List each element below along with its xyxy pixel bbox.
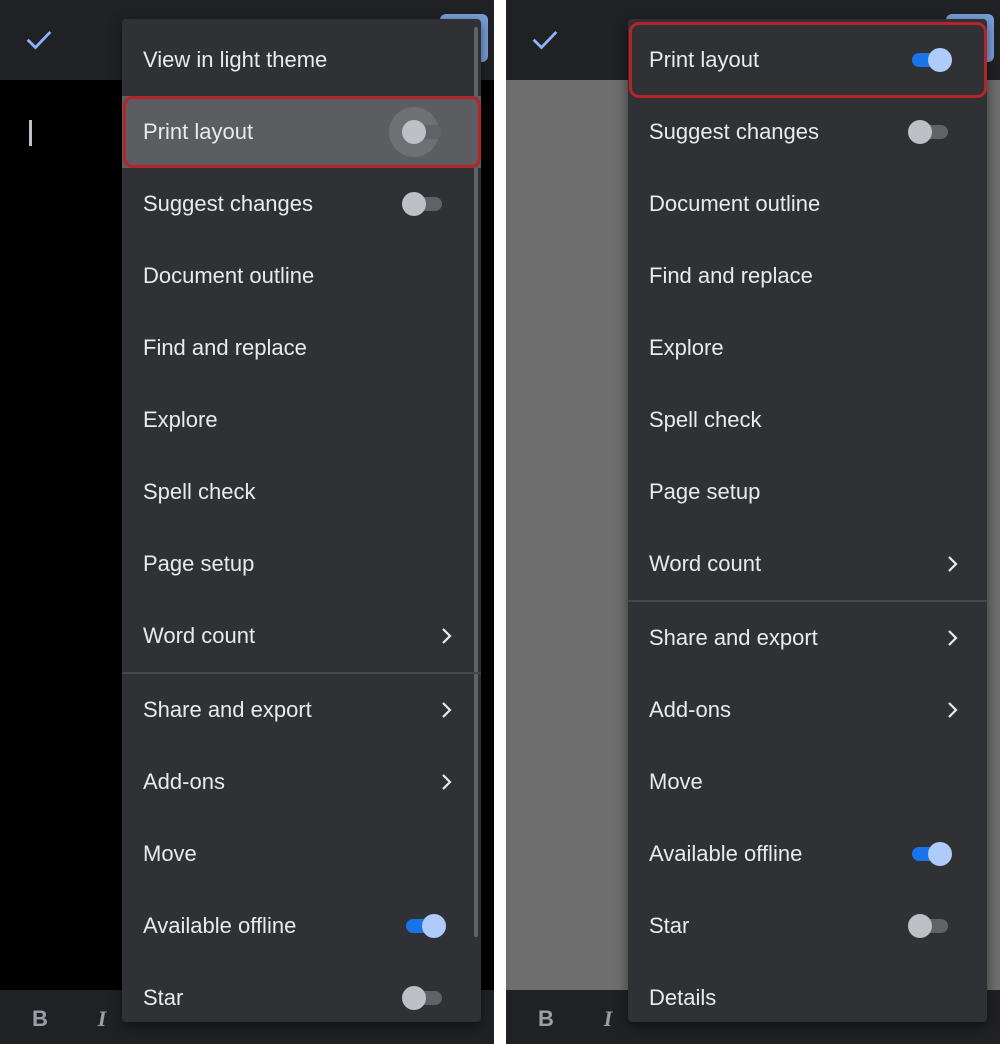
chevron-right-icon	[442, 628, 452, 644]
overflow-menu: Print layout Suggest changes Document outl…	[628, 19, 987, 1022]
menu-item-page-setup[interactable]: Page setup	[122, 528, 481, 600]
toggle-thumb	[928, 842, 952, 866]
menu-item-label: Print layout	[143, 119, 254, 144]
toggle-thumb	[402, 120, 426, 144]
menu-item-star[interactable]: Star	[122, 962, 481, 1022]
toggle-thumb	[422, 914, 446, 938]
star-toggle[interactable]	[402, 986, 446, 1010]
menu-item-label: Move	[649, 769, 703, 794]
menu-item-move[interactable]: Move	[122, 818, 481, 890]
menu-item-label: Move	[143, 841, 197, 866]
menu-item-star[interactable]: Star	[628, 890, 987, 962]
menu-item-label: Explore	[143, 407, 218, 432]
bold-button[interactable]: B	[533, 1006, 559, 1032]
menu-item-label: Page setup	[143, 551, 255, 576]
menu-item-find-and-replace[interactable]: Find and replace	[122, 312, 481, 384]
menu-item-label: Available offline	[143, 913, 297, 938]
menu-item-label: Suggest changes	[143, 191, 314, 216]
menu-item-explore[interactable]: Explore	[628, 312, 987, 384]
menu-item-available-offline[interactable]: Available offline	[122, 890, 481, 962]
menu-item-word-count[interactable]: Word count	[628, 528, 987, 600]
menu-item-suggest-changes[interactable]: Suggest changes	[628, 96, 987, 168]
menu-item-label: View in light theme	[143, 47, 328, 72]
italic-button[interactable]: I	[595, 1006, 621, 1032]
menu-item-spell-check[interactable]: Spell check	[122, 456, 481, 528]
bold-button[interactable]: B	[27, 1006, 53, 1032]
menu-item-document-outline[interactable]: Document outline	[628, 168, 987, 240]
print-layout-toggle[interactable]	[389, 107, 446, 157]
menu-item-word-count[interactable]: Word count	[122, 600, 481, 672]
menu-item-print-layout[interactable]: Print layout	[628, 24, 987, 96]
menu-item-document-outline[interactable]: Document outline	[122, 240, 481, 312]
toggle-thumb	[402, 192, 426, 216]
menu-item-label: Word count	[649, 551, 762, 576]
menu-item-label: Share and export	[143, 697, 312, 722]
menu-item-label: Find and replace	[143, 335, 307, 360]
check-icon[interactable]	[528, 22, 562, 56]
menu-item-explore[interactable]: Explore	[122, 384, 481, 456]
chevron-right-icon	[442, 774, 452, 790]
menu-item-share-and-export[interactable]: Share and export	[628, 602, 987, 674]
menu-item-details[interactable]: Details	[628, 962, 987, 1022]
available-offline-toggle[interactable]	[908, 842, 952, 866]
menu-item-label: Page setup	[649, 479, 761, 504]
menu-item-label: Star	[649, 913, 690, 938]
menu-item-label: Share and export	[649, 625, 818, 650]
menu-item-add-ons[interactable]: Add-ons	[122, 746, 481, 818]
menu-item-find-and-replace[interactable]: Find and replace	[628, 240, 987, 312]
menu-item-label: Find and replace	[649, 263, 813, 288]
left-screenshot: B I View in light theme Print layout Sugge…	[0, 0, 494, 1044]
italic-button[interactable]: I	[89, 1006, 115, 1032]
suggest-changes-toggle[interactable]	[908, 120, 952, 144]
menu-item-suggest-changes[interactable]: Suggest changes	[122, 168, 481, 240]
menu-item-label: Spell check	[649, 407, 762, 432]
menu-item-label: Add-ons	[143, 769, 225, 794]
chevron-right-icon	[948, 556, 958, 572]
menu-item-label: Details	[649, 985, 717, 1010]
menu-item-label: Available offline	[649, 841, 803, 866]
menu-item-add-ons[interactable]: Add-ons	[628, 674, 987, 746]
chevron-right-icon	[948, 630, 958, 646]
star-toggle[interactable]	[908, 914, 952, 938]
right-screenshot: B I Print layout Suggest changes Document …	[506, 0, 1000, 1044]
menu-item-page-setup[interactable]: Page setup	[628, 456, 987, 528]
toggle-thumb	[928, 48, 952, 72]
toggle-thumb	[908, 914, 932, 938]
print-layout-toggle[interactable]	[908, 48, 952, 72]
menu-item-available-offline[interactable]: Available offline	[628, 818, 987, 890]
panel-separator	[494, 0, 506, 1044]
toggle-thumb	[908, 120, 932, 144]
menu-item-label: Star	[143, 985, 184, 1010]
menu-item-label: Spell check	[143, 479, 256, 504]
chevron-right-icon	[442, 702, 452, 718]
menu-item-move[interactable]: Move	[628, 746, 987, 818]
chevron-right-icon	[948, 702, 958, 718]
overflow-menu: View in light theme Print layout Suggest c…	[122, 19, 481, 1022]
available-offline-toggle[interactable]	[402, 914, 446, 938]
text-cursor	[29, 120, 32, 146]
menu-item-label: Add-ons	[649, 697, 731, 722]
menu-item-label: Suggest changes	[649, 119, 820, 144]
suggest-changes-toggle[interactable]	[402, 192, 446, 216]
menu-item-label: Explore	[649, 335, 724, 360]
menu-item-label: Document outline	[649, 191, 821, 216]
menu-item-share-and-export[interactable]: Share and export	[122, 674, 481, 746]
menu-item-label: Document outline	[143, 263, 315, 288]
menu-item-view-in-light-theme[interactable]: View in light theme	[122, 24, 481, 96]
menu-item-print-layout[interactable]: Print layout	[122, 96, 481, 168]
toggle-thumb	[402, 986, 426, 1010]
menu-item-spell-check[interactable]: Spell check	[628, 384, 987, 456]
menu-item-label: Print layout	[649, 47, 760, 72]
check-icon[interactable]	[22, 22, 56, 56]
menu-item-label: Word count	[143, 623, 256, 648]
